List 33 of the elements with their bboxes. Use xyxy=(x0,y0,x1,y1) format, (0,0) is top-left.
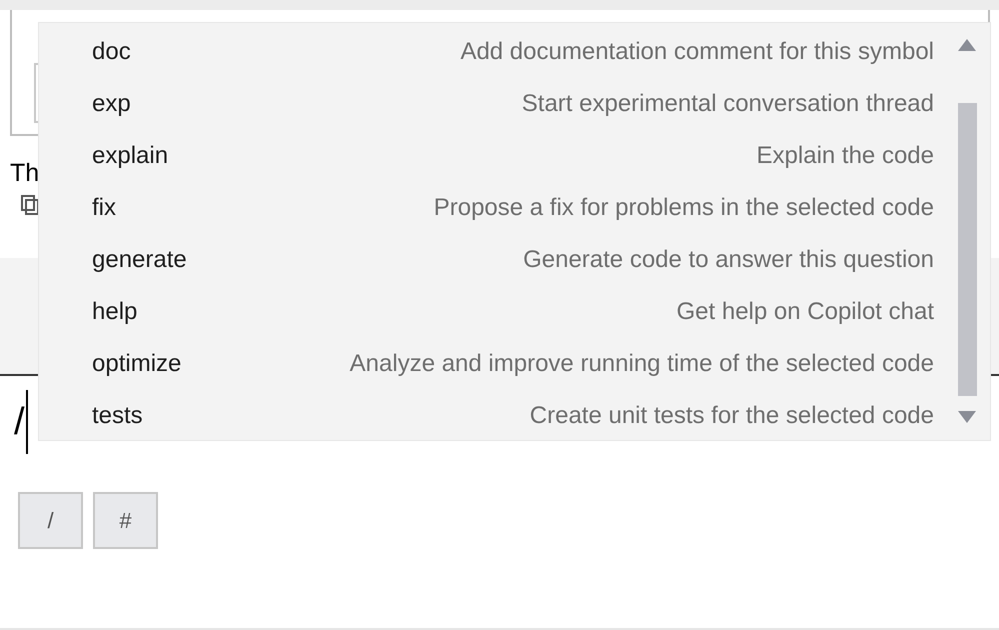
command-name: optimize xyxy=(92,349,182,379)
command-description: Explain the code xyxy=(756,141,934,171)
command-item[interactable]: optimize Analyze and improve running time of the selected code xyxy=(92,338,934,390)
command-item[interactable]: fix Propose a fix for problems in the selected code xyxy=(92,182,934,234)
command-name: explain xyxy=(92,141,168,171)
command-item[interactable]: doc Add documentation comment for this symbol xyxy=(92,26,934,78)
command-name: doc xyxy=(92,37,131,67)
command-name: help xyxy=(92,297,138,327)
copy-icon xyxy=(20,194,40,216)
command-name: exp xyxy=(92,89,131,119)
command-name: fix xyxy=(92,193,116,223)
command-description: Generate code to answer this question xyxy=(523,245,934,275)
cut-text: Th xyxy=(10,158,40,190)
command-name: generate xyxy=(92,245,187,275)
scroll-up-icon[interactable] xyxy=(958,39,976,51)
command-description: Create unit tests for the selected code xyxy=(530,401,934,431)
command-item[interactable]: explain Explain the code xyxy=(92,130,934,182)
command-description: Start experimental conversation thread xyxy=(522,89,934,119)
command-item[interactable]: tests Create unit tests for the selected code xyxy=(92,390,934,442)
chat-input[interactable]: / xyxy=(14,390,28,454)
command-description: Propose a fix for problems in the selected code xyxy=(434,193,934,223)
scroll-down-icon[interactable] xyxy=(958,411,976,423)
command-item[interactable]: help Get help on Copilot chat xyxy=(92,286,934,338)
command-description: Analyze and improve running time of the selected code xyxy=(350,349,934,379)
command-name: tests xyxy=(92,401,143,431)
command-item[interactable]: generate Generate code to answer this question xyxy=(92,234,934,286)
insert-button[interactable]: # xyxy=(93,492,158,549)
command-description: Get help on Copilot chat xyxy=(676,297,934,327)
text-caret xyxy=(26,390,28,454)
command-description: Add documentation comment for this symbol xyxy=(460,37,934,67)
command-item[interactable]: exp Start experimental conversation thread xyxy=(92,78,934,130)
insert-button[interactable]: / xyxy=(18,492,83,549)
scrollbar-thumb[interactable] xyxy=(958,103,977,396)
